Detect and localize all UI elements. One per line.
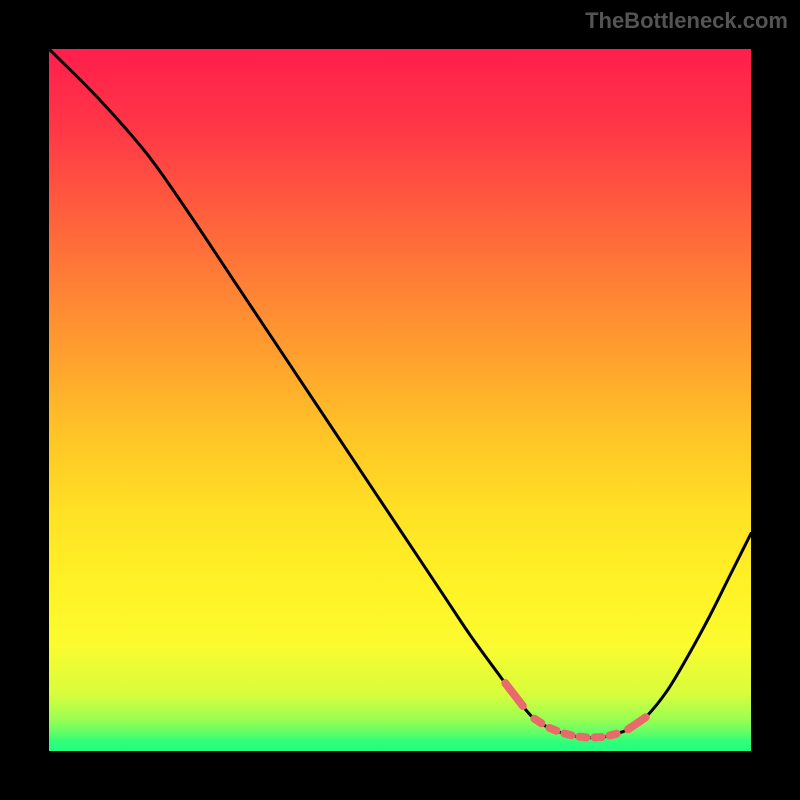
trough-marker: [549, 728, 556, 731]
plot-area: [49, 49, 751, 751]
chart-background: [49, 49, 751, 751]
trough-marker: [534, 719, 541, 724]
chart-svg: [49, 49, 751, 751]
chart-container: TheBottleneck.com: [0, 0, 800, 800]
trough-marker: [580, 737, 587, 738]
trough-marker: [610, 734, 617, 736]
attribution-label: TheBottleneck.com: [585, 8, 788, 34]
trough-marker: [564, 734, 571, 736]
